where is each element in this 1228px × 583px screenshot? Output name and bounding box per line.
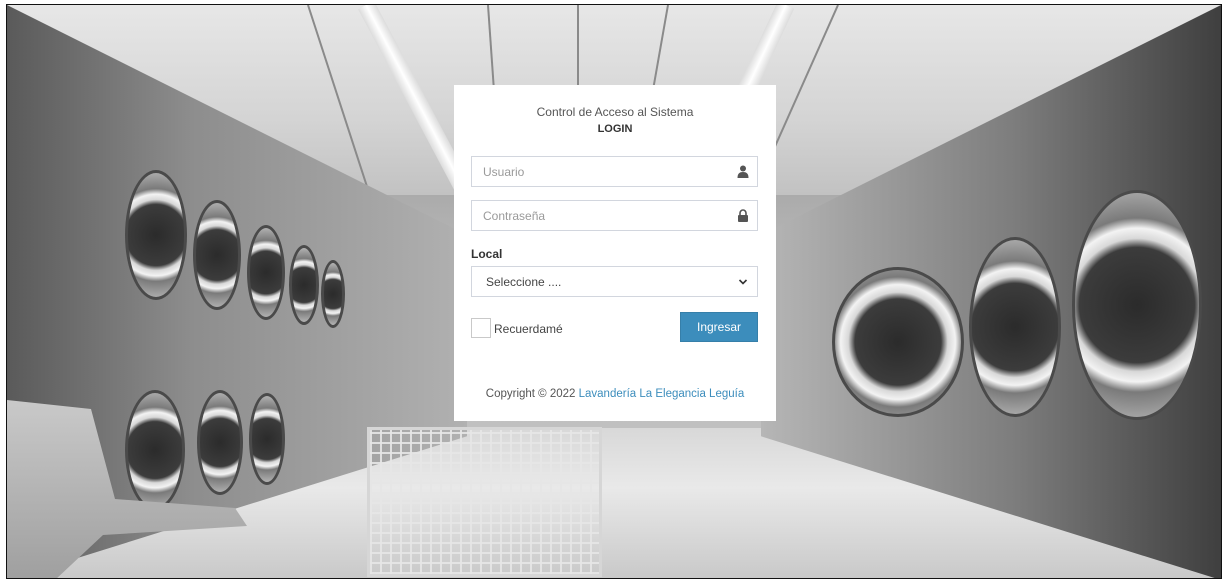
washer-door-open [832,267,964,417]
washer-door [125,390,185,510]
copyright-footer: Copyright © 2022 Lavandería La Elegancia… [454,388,776,400]
washer-door [321,260,345,328]
password-field[interactable] [471,200,758,231]
password-input[interactable] [472,201,722,230]
washer-door [249,393,285,485]
copyright-text: Copyright © 2022 [485,388,579,400]
washer-door [197,390,243,495]
washer-door [969,237,1061,417]
washer-door [289,245,319,325]
washer-door [247,225,285,320]
user-icon [737,165,749,178]
local-label: Local [471,247,503,261]
washer-door [1072,190,1202,420]
username-input[interactable] [472,157,722,186]
company-link[interactable]: Lavandería La Elegancia Leguía [579,388,745,400]
login-title: Control de Acceso al Sistema [536,105,694,119]
login-subtitle: LOGIN [597,123,633,135]
lock-icon [738,209,748,222]
chevron-down-icon [738,279,748,285]
remember-checkbox[interactable] [471,318,491,338]
login-button[interactable]: Ingresar [680,312,758,342]
login-card: Control de Acceso al Sistema LOGIN Local… [454,85,776,421]
washer-door [193,200,241,310]
laundry-cart [367,427,602,577]
washer-door [125,170,187,300]
username-field[interactable] [471,156,758,187]
local-select[interactable]: Seleccione .... [471,266,758,297]
remember-label: Recuerdamé [494,322,563,336]
local-selected-value: Seleccione .... [486,275,562,289]
